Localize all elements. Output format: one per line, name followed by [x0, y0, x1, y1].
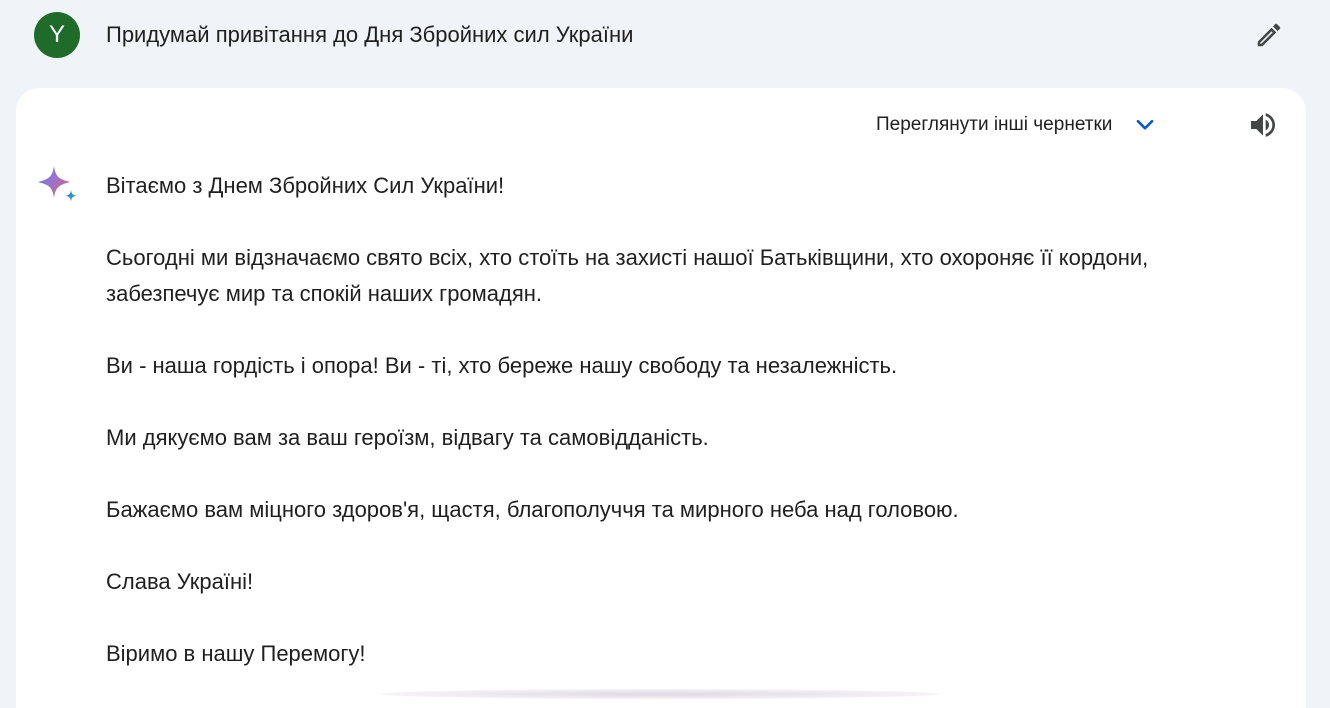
- response-paragraph: Ви - наша гордість і опора! Ви - ті, хто…: [106, 353, 898, 378]
- response-paragraph: Бажаємо вам міцного здоров'я, щастя, бла…: [106, 497, 959, 522]
- view-other-drafts-label: Переглянути інші чернетки: [876, 114, 1113, 135]
- sparkle-icon: [36, 164, 80, 208]
- user-prompt-text: Придумай привітання до Дня Збройних сил …: [106, 22, 634, 47]
- response-paragraph: Слава Україні!: [106, 569, 254, 594]
- response-text: Вітаємо з Днем Збройних Сил України! Сьо…: [106, 168, 1236, 708]
- edit-prompt-button[interactable]: [1248, 14, 1290, 56]
- response-card: Переглянути інші чернетки Вітаємо з Днем…: [16, 88, 1306, 708]
- response-paragraph: Віримо в нашу Перемогу!: [106, 641, 366, 666]
- response-paragraph: Вітаємо з Днем Збройних Сил України!: [106, 173, 505, 198]
- input-area-shadow: [380, 689, 940, 699]
- response-paragraph: Сьогодні ми відзначаємо свято всіх, хто …: [106, 245, 1149, 306]
- view-other-drafts-button[interactable]: Переглянути інші чернетки: [876, 110, 1158, 140]
- user-prompt-row: Y Придумай привітання до Дня Збройних си…: [0, 0, 1330, 78]
- chevron-down-icon: [1132, 112, 1158, 138]
- user-avatar[interactable]: Y: [34, 12, 80, 58]
- response-paragraph: Ми дякуємо вам за ваш героїзм, відвагу т…: [106, 425, 709, 450]
- pencil-icon: [1257, 23, 1281, 47]
- volume-icon: [1251, 113, 1275, 137]
- read-aloud-button[interactable]: [1246, 108, 1280, 142]
